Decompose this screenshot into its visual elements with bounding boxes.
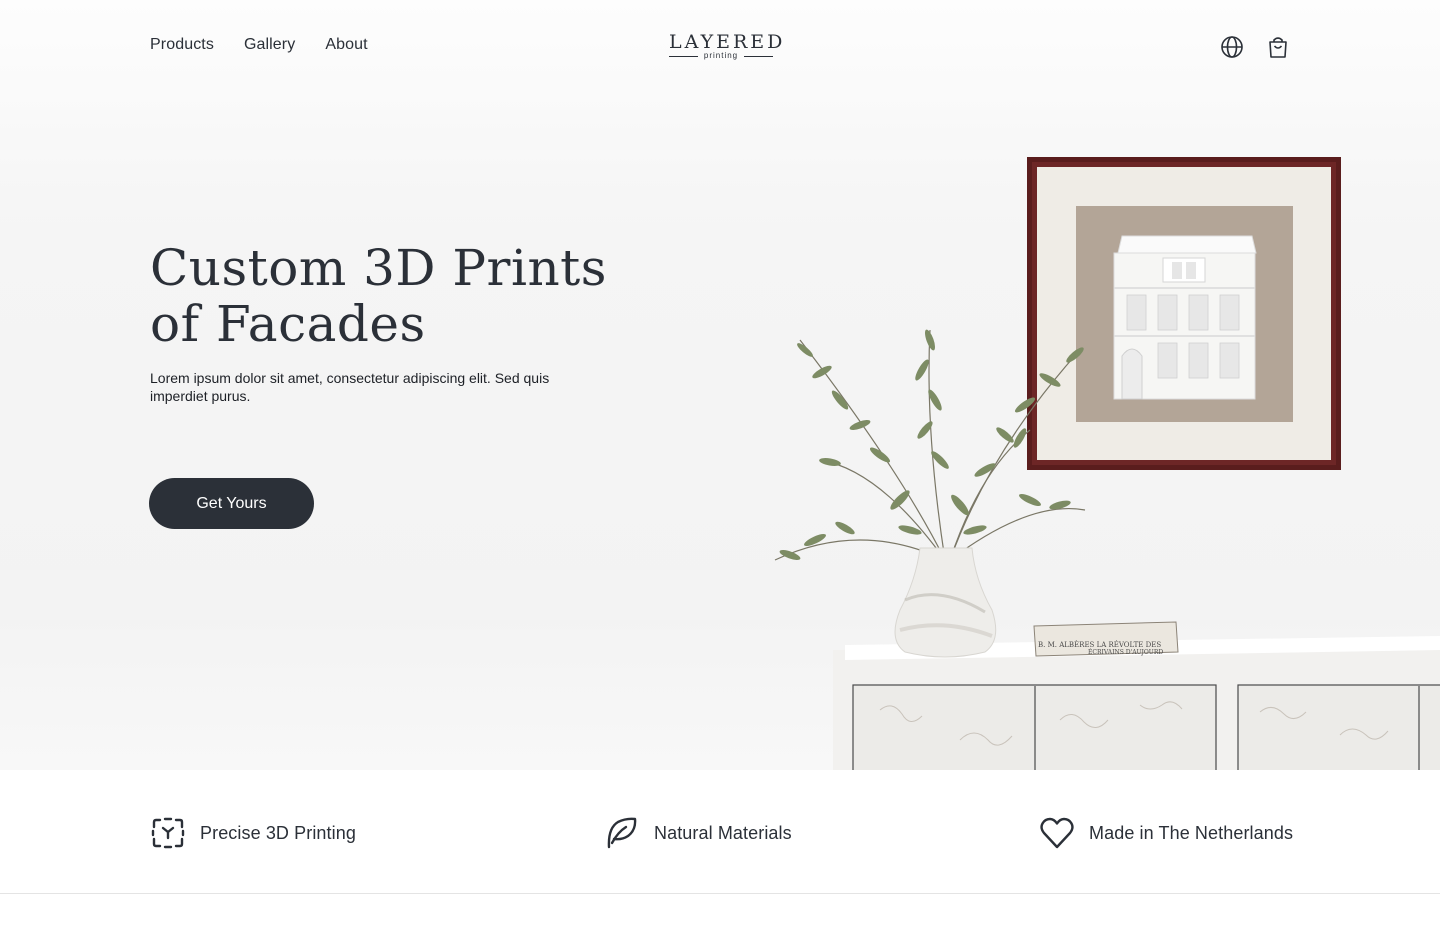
logo[interactable]: LAYERED printing — [669, 31, 786, 62]
nav-link-products[interactable]: Products — [150, 36, 214, 54]
feature-precise-printing: Precise 3D Printing — [150, 816, 356, 850]
leaf-icon — [607, 817, 637, 849]
feature-label: Precise 3D Printing — [200, 822, 356, 843]
top-nav: Products Gallery About LAYERED printing — [0, 0, 1440, 94]
logo-subline: printing — [669, 52, 773, 60]
feature-label: Made in The Netherlands — [1089, 822, 1294, 843]
framed-facade-print — [1027, 157, 1341, 470]
nav-link-about[interactable]: About — [325, 36, 367, 54]
shopping-bag-icon[interactable] — [1266, 35, 1290, 59]
feature-natural-materials: Natural Materials — [604, 816, 792, 850]
hero-title: Custom 3D Prints of Facades — [150, 239, 607, 353]
vase — [894, 547, 997, 658]
feature-label: Natural Materials — [654, 822, 792, 843]
hero-description: Lorem ipsum dolor sit amet, consectetur … — [150, 370, 550, 404]
nav-icons — [1220, 35, 1290, 59]
book: B. M. ALBÈRES LA RÉVOLTE DES ÉCRIVAINS D… — [1033, 621, 1179, 657]
hero-section: B. M. ALBÈRES LA RÉVOLTE DES ÉCRIVAINS D… — [0, 0, 1440, 770]
book-title-line2: ÉCRIVAINS D'AUJOURD — [1088, 648, 1163, 656]
get-yours-button[interactable]: Get Yours — [149, 478, 314, 529]
nav-link-gallery[interactable]: Gallery — [244, 36, 295, 54]
globe-icon[interactable] — [1220, 35, 1244, 59]
scan-cube-icon — [151, 817, 185, 849]
logo-tagline: printing — [703, 51, 739, 60]
feature-made-in-netherlands: Made in The Netherlands — [1039, 816, 1293, 850]
nav-links: Products Gallery About — [150, 36, 368, 54]
book-title-line1: B. M. ALBÈRES LA RÉVOLTE DES — [1038, 640, 1161, 649]
heart-icon — [1040, 817, 1074, 849]
features-bar: Precise 3D Printing Natural Materials Ma… — [0, 770, 1440, 894]
logo-rule-right — [744, 55, 773, 57]
logo-wordmark: LAYERED — [669, 31, 786, 53]
logo-rule-left — [669, 55, 698, 57]
